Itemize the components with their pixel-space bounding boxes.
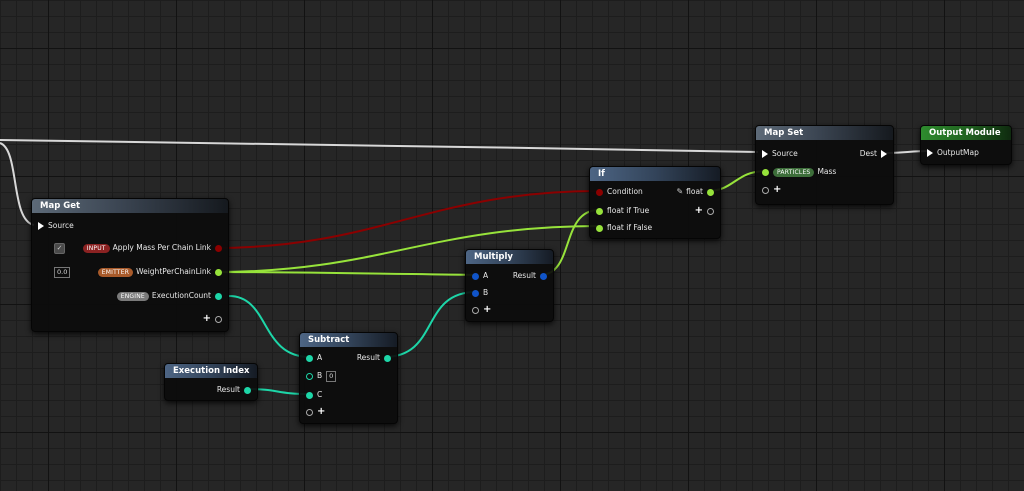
if-false-pin[interactable] bbox=[596, 224, 603, 232]
output-module-title: Output Module bbox=[921, 126, 1011, 140]
map-get-title: Map Get bbox=[32, 199, 228, 213]
multiply-result-pin[interactable] bbox=[540, 272, 547, 280]
output-map-label: OutputMap bbox=[937, 148, 979, 157]
subtract-a-pin[interactable] bbox=[306, 354, 313, 362]
add-pin-plus-icon[interactable]: + bbox=[203, 314, 211, 324]
multiply-result-label: Result bbox=[512, 271, 536, 280]
multiply-a-pin[interactable] bbox=[472, 272, 479, 280]
map-set-mass-pin[interactable] bbox=[762, 168, 769, 176]
multiply-b-pin[interactable] bbox=[472, 289, 479, 297]
weight-value-field[interactable]: 0.0 bbox=[54, 266, 71, 278]
map-set-exec-in-pin[interactable] bbox=[762, 150, 768, 158]
multiply-title: Multiply bbox=[466, 250, 553, 264]
subtract-title: Subtract bbox=[300, 333, 397, 347]
map-set-add-plus-icon[interactable]: + bbox=[773, 185, 781, 195]
map-set-add-ring-icon[interactable] bbox=[762, 186, 769, 194]
wire-exec-top bbox=[0, 139, 759, 153]
subtract-b-label: B bbox=[317, 371, 323, 380]
subtract-node[interactable]: Subtract A Result B 0 C + bbox=[299, 332, 398, 424]
emitter-badge: EMITTER bbox=[97, 267, 134, 277]
output-module-exec-in-pin[interactable] bbox=[927, 149, 933, 157]
source-label: Source bbox=[48, 221, 74, 230]
pencil-icon[interactable]: ✎ bbox=[676, 186, 683, 198]
exec-in-pin[interactable] bbox=[38, 222, 44, 230]
map-set-dest-label: Dest bbox=[859, 149, 877, 158]
if-add-plus-icon[interactable]: + bbox=[695, 206, 703, 216]
particles-badge: PARTICLES bbox=[773, 167, 815, 177]
multiply-add-plus-icon[interactable]: + bbox=[483, 305, 491, 315]
subtract-result-pin[interactable] bbox=[384, 354, 391, 362]
apply-mass-out-pin[interactable] bbox=[215, 244, 222, 252]
exec-count-label: ExecutionCount bbox=[151, 291, 211, 300]
subtract-c-label: C bbox=[317, 390, 323, 399]
subtract-a-label: A bbox=[317, 353, 323, 362]
apply-mass-checkbox[interactable]: ✓ bbox=[54, 242, 65, 254]
multiply-add-ring-icon[interactable] bbox=[472, 306, 479, 314]
if-title: If bbox=[590, 167, 720, 181]
wire-bool-condition bbox=[213, 190, 600, 249]
multiply-a-label: A bbox=[483, 271, 489, 280]
execution-index-title: Execution Index bbox=[165, 364, 257, 378]
if-float-out-label: float bbox=[686, 187, 703, 196]
map-set-title: Map Set bbox=[756, 126, 893, 140]
if-condition-pin[interactable] bbox=[596, 188, 603, 196]
if-false-label: float if False bbox=[607, 223, 653, 232]
multiply-node[interactable]: Multiply A Result B + bbox=[465, 249, 554, 322]
if-true-label: float if True bbox=[607, 206, 650, 215]
map-set-source-label: Source bbox=[772, 149, 798, 158]
map-set-exec-out-pin[interactable] bbox=[881, 150, 887, 158]
subtract-c-pin[interactable] bbox=[306, 391, 313, 399]
map-get-node[interactable]: Map Get Source ✓ INPUT Apply Mass Per Ch… bbox=[31, 198, 229, 332]
subtract-b-value[interactable]: 0 bbox=[326, 370, 337, 382]
wire-exec-left bbox=[0, 142, 35, 226]
subtract-result-label: Result bbox=[356, 353, 380, 362]
exec-index-result-pin[interactable] bbox=[244, 386, 251, 394]
engine-badge: ENGINE bbox=[116, 291, 149, 301]
exec-count-out-pin[interactable] bbox=[215, 292, 222, 300]
if-true-pin[interactable] bbox=[596, 207, 603, 215]
output-module-node[interactable]: Output Module OutputMap bbox=[920, 125, 1012, 165]
input-badge: INPUT bbox=[82, 243, 110, 253]
subtract-b-pin[interactable] bbox=[306, 372, 313, 380]
apply-mass-label: Apply Mass Per Chain Link bbox=[112, 243, 211, 252]
if-float-out-pin[interactable] bbox=[707, 188, 714, 196]
if-add-ring-icon[interactable] bbox=[707, 207, 714, 215]
execution-index-node[interactable]: Execution Index Result bbox=[164, 363, 258, 401]
weight-label: WeightPerChainLink bbox=[136, 267, 211, 276]
wire-execcount-subtract-a bbox=[228, 295, 311, 358]
if-node[interactable]: If Condition ✎ float float if True + flo… bbox=[589, 166, 721, 239]
map-set-mass-label: Mass bbox=[817, 167, 837, 176]
map-set-node[interactable]: Map Set Source Dest PARTICLES Mass + bbox=[755, 125, 894, 205]
subtract-add-ring-icon[interactable] bbox=[306, 408, 313, 416]
weight-out-pin[interactable] bbox=[215, 268, 222, 276]
multiply-b-label: B bbox=[483, 288, 489, 297]
if-condition-label: Condition bbox=[607, 187, 643, 196]
exec-index-result-label: Result bbox=[216, 385, 240, 394]
graph-canvas[interactable]: Map Get Source ✓ INPUT Apply Mass Per Ch… bbox=[0, 0, 1024, 491]
add-pin-ring-icon[interactable] bbox=[215, 315, 222, 323]
subtract-add-plus-icon[interactable]: + bbox=[317, 407, 325, 417]
wire-weight-multiply-a bbox=[214, 271, 477, 276]
